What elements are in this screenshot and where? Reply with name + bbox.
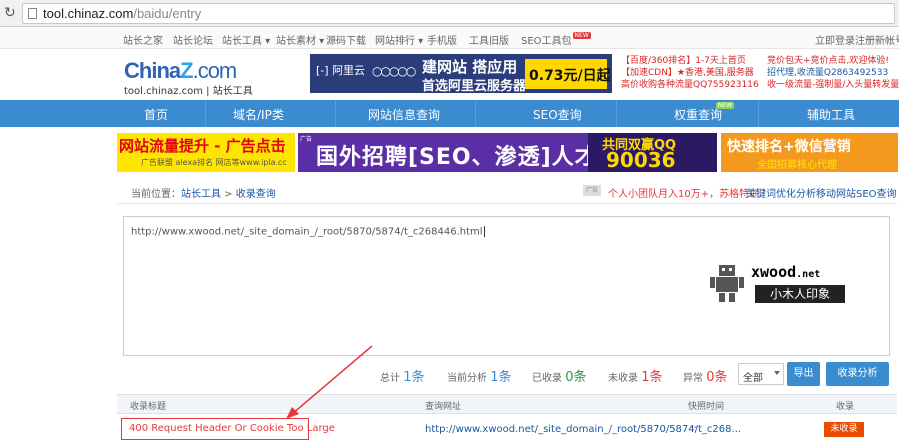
stat-error: 异常 0条: [683, 370, 728, 385]
col-url: 查询网址: [425, 402, 462, 412]
ranking-ad-banner[interactable]: 快速排名+微信营销 全国招募核心代理: [721, 133, 898, 172]
nav-aux-tools[interactable]: 辅助工具: [807, 106, 855, 123]
text-ad-6[interactable]: 收一级流量-强制量/入头量转发量: [767, 79, 899, 91]
breadcrumb-current[interactable]: 收录查询: [236, 189, 276, 200]
breadcrumb-path: 当前位置：站长工具 > 收录查询: [131, 189, 276, 200]
nav-weight[interactable]: 权重查询 NEW: [674, 102, 735, 123]
topnav-item-source[interactable]: 源码下载: [326, 32, 366, 47]
page-icon: [28, 8, 37, 19]
result-snapshot: --: [690, 422, 698, 433]
breadcrumb: 当前位置：站长工具 > 收录查询 广告 个人小团队月入10万+，苏格特训 关键词…: [117, 176, 897, 204]
address-bar[interactable]: tool.chinaz.com/baidu/entry: [22, 3, 895, 24]
status-badge: 未收录: [824, 422, 864, 437]
stat-unindexed: 未收录 1条: [608, 370, 663, 385]
analyze-button[interactable]: 收录分析: [826, 362, 889, 386]
aliyun-ad-banner[interactable]: [-] 阿里云 ○○○○○ 建网站 搭应用 首选阿里云服务器 0.73元/日起: [310, 54, 612, 94]
filter-select[interactable]: 全部: [738, 363, 784, 385]
promo-link[interactable]: 个人小团队月入10万+，苏格特训: [608, 185, 759, 200]
aliyun-ad-line2: 首选阿里云服务器: [422, 79, 527, 94]
col-title: 收录标题: [130, 402, 167, 412]
text-ad-1[interactable]: 【百度/360排名】1-7天上首页: [621, 55, 759, 67]
text-caret: [483, 226, 485, 237]
text-ads: 【百度/360排名】1-7天上首页 【加速CDN】★香港,美国,服务器 高价收购…: [621, 55, 899, 95]
traffic-ad-banner[interactable]: 网站流量提升 - 广告点击 广告联盟 alexa排名 网店等www.ipla.c…: [117, 133, 295, 172]
nav-domain-ip[interactable]: 域名/IP类: [233, 106, 284, 123]
nav-separator: [205, 100, 206, 127]
nav-site-info[interactable]: 网站信息查询: [368, 106, 440, 123]
xwood-watermark: xwood.net 小木人印象: [707, 261, 845, 305]
ad-tag: 广告: [583, 185, 601, 196]
text-ad-5[interactable]: 招代理,收流量Q2863492533: [767, 67, 899, 79]
breadcrumb-tools-link[interactable]: 站长工具: [181, 189, 221, 200]
watermark-cn: 小木人印象: [755, 285, 845, 303]
nav-separator: [758, 100, 759, 127]
browser-toolbar: ↻ tool.chinaz.com/baidu/entry: [0, 0, 899, 27]
nav-separator: [335, 100, 336, 127]
topnav-item-mobile[interactable]: 手机版: [427, 32, 457, 47]
reload-icon[interactable]: ↻: [4, 5, 16, 21]
stat-analyzing: 当前分析 1条: [447, 370, 512, 385]
url-text: tool.chinaz.com/baidu/entry: [43, 6, 202, 21]
new-badge: NEW: [715, 102, 735, 109]
export-button[interactable]: 导出: [787, 362, 820, 386]
keyword-analysis-link[interactable]: 关键词优化分析: [746, 185, 816, 200]
topnav-item-material[interactable]: 站长素材 ▾: [276, 32, 324, 47]
nav-home[interactable]: 首页: [144, 106, 168, 123]
col-status: 收录: [836, 402, 855, 412]
login-link[interactable]: 立即登录: [815, 32, 855, 47]
site-logo[interactable]: ChinaZ.com tool.chinaz.com | 站长工具: [124, 58, 253, 97]
robot-logo-icon: [710, 265, 744, 302]
new-badge: NEW: [572, 32, 591, 39]
watermark-brand: xwood.net: [751, 263, 821, 281]
nav-separator: [475, 100, 476, 127]
topnav-item-oldtools[interactable]: 工具旧版: [469, 32, 509, 47]
stat-indexed: 已收录 0条: [532, 370, 587, 385]
table-row: 400 Request Header Or Cookie Too Large h…: [117, 416, 897, 445]
topnav-item-home[interactable]: 站长之家: [123, 32, 163, 47]
main-nav: 首页 域名/IP类 网站信息查询 SEO查询 权重查询 NEW 辅助工具: [0, 100, 899, 127]
mobile-seo-link[interactable]: 移动网站SEO查询: [816, 185, 897, 200]
aliyun-price-box: 0.73元/日起: [525, 59, 611, 89]
nav-seo[interactable]: SEO查询: [533, 106, 582, 123]
aliyun-logo: [-] 阿里云: [316, 64, 366, 77]
register-link[interactable]: 注册新帐号: [855, 32, 899, 47]
text-ad-2[interactable]: 【加速CDN】★香港,美国,服务器: [621, 67, 759, 79]
stat-total: 总计 1条: [380, 370, 425, 385]
stats-row: 总计 1条 当前分析 1条 已收录 0条 未收录 1条 异常 0条 全部 导出 …: [117, 360, 897, 387]
top-nav: 站长之家 站长论坛 站长工具 ▾ 站长素材 ▾ 源码下载 网站排行 ▾ 手机版 …: [0, 27, 899, 49]
results-table-header: 收录标题 查询网址 快照时间 收录: [117, 394, 897, 414]
topnav-item-rank[interactable]: 网站排行 ▾: [375, 32, 423, 47]
olympic-rings-icon: ○○○○○: [372, 64, 416, 78]
url-textarea-value: http://www.xwood.net/_site_domain_/_root…: [131, 226, 483, 238]
result-title: 400 Request Header Or Cookie Too Large: [121, 418, 335, 440]
topnav-item-seokit[interactable]: SEO工具包NEW: [521, 32, 591, 47]
text-ad-3[interactable]: 高价收购各种流量QQ755923116: [621, 79, 759, 91]
text-ad-4[interactable]: 竞价包天+竞价点击,欢迎体验!: [767, 55, 899, 67]
aliyun-ad-line1: 建网站 搭应用: [422, 58, 518, 76]
recruit-ad-banner[interactable]: 广告 国外招聘[SEO、渗透]人才 共同双赢QQ 90036: [298, 133, 717, 172]
nav-separator: [616, 100, 617, 127]
col-snapshot: 快照时间: [688, 402, 725, 412]
topnav-item-tools[interactable]: 站长工具 ▾: [222, 32, 270, 47]
chevron-down-icon: [774, 371, 780, 375]
logo-subtitle: tool.chinaz.com | 站长工具: [124, 86, 253, 97]
topnav-item-forum[interactable]: 站长论坛: [173, 32, 213, 47]
